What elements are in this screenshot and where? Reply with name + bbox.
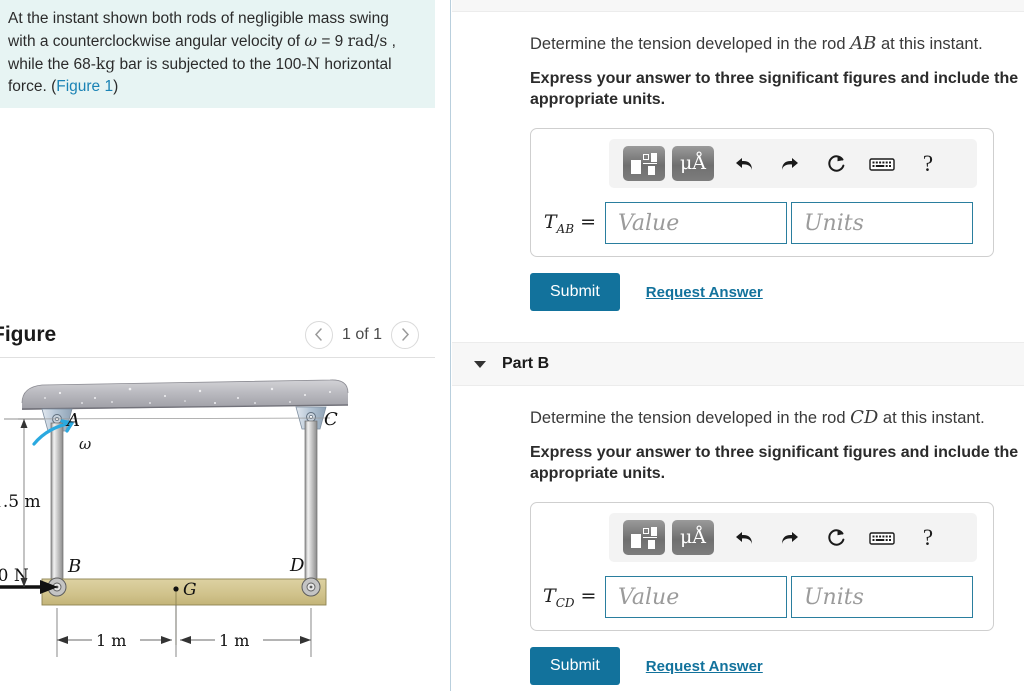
part-b-symbol: T bbox=[543, 584, 556, 607]
dimension-right-label: 1 m bbox=[219, 631, 249, 650]
part-b-question-prefix: Determine the tension developed in the r… bbox=[530, 409, 851, 428]
help-icon[interactable]: ? bbox=[905, 146, 951, 182]
part-b-question: Determine the tension developed in the r… bbox=[530, 406, 1024, 429]
omega-label: ω bbox=[79, 435, 91, 453]
kg-units: kg bbox=[95, 55, 116, 73]
problem-text-4: bar is subjected to the 100- bbox=[115, 56, 307, 73]
caret-down-icon[interactable] bbox=[474, 360, 486, 368]
center-of-mass-dot bbox=[173, 586, 179, 592]
part-b-question-suffix: at this instant. bbox=[878, 409, 985, 428]
template-glyph bbox=[631, 526, 657, 549]
keyboard-icon[interactable] bbox=[859, 146, 905, 182]
units-glyph: μÅ bbox=[679, 152, 707, 175]
page-root: At the instant shown both rods of neglig… bbox=[0, 0, 1024, 691]
part-b-toolbar: μÅ ? bbox=[609, 513, 977, 563]
left-panel: At the instant shown both rods of neglig… bbox=[0, 0, 451, 691]
redo-icon[interactable] bbox=[767, 146, 813, 182]
chevron-left-icon bbox=[315, 328, 323, 341]
part-a-body: Determine the tension developed in the r… bbox=[452, 32, 1024, 312]
label-d: D bbox=[289, 555, 305, 576]
figure-counter: 1 of 1 bbox=[341, 325, 382, 343]
micro-angstrom-units-icon[interactable]: μÅ bbox=[672, 146, 714, 182]
dimension-left-label: 1 m bbox=[96, 631, 126, 650]
part-b-header[interactable]: Part B bbox=[452, 342, 1024, 387]
part-b-units-input[interactable] bbox=[791, 576, 973, 619]
template-formatting-icon[interactable] bbox=[623, 520, 665, 556]
rads-units: rad/s bbox=[347, 32, 388, 50]
redo-icon[interactable] bbox=[767, 520, 813, 556]
part-b-value-input[interactable] bbox=[605, 576, 787, 619]
undo-icon[interactable] bbox=[721, 146, 767, 182]
part-b-instruction: Express your answer to three significant… bbox=[530, 444, 1019, 483]
part-b-equals: = bbox=[574, 584, 597, 607]
reset-icon[interactable] bbox=[813, 520, 859, 556]
figure-image[interactable]: ω A C B D G N .5 m 1 m 1 m bbox=[0, 365, 450, 691]
part-a-question-suffix: at this instant. bbox=[876, 35, 983, 53]
part-a-question-variable: AB bbox=[850, 33, 877, 54]
label-g: G bbox=[183, 580, 197, 600]
dimension-vertical-label: 1.5 m bbox=[0, 492, 41, 512]
part-b-question-variable: CD bbox=[850, 407, 879, 429]
problem-text-2: = 9 bbox=[317, 33, 348, 50]
part-b-field-row: TCD = bbox=[543, 576, 981, 619]
template-glyph bbox=[631, 152, 657, 175]
part-b-body: Determine the tension developed in the r… bbox=[452, 406, 1024, 686]
part-a-value-input[interactable] bbox=[605, 202, 787, 245]
mechanics-diagram: ω A C B D G N .5 m 1 m 1 m bbox=[0, 379, 349, 657]
label-c: C bbox=[324, 409, 338, 430]
help-icon[interactable]: ? bbox=[905, 520, 951, 556]
joint-d bbox=[301, 577, 321, 597]
part-b-submit-button[interactable]: Submit bbox=[530, 647, 620, 686]
part-b-answer-box: μÅ ? TCD = Value Units bbox=[530, 502, 994, 632]
part-a-question: Determine the tension developed in the r… bbox=[530, 32, 1024, 55]
part-b-title: Part B bbox=[502, 355, 550, 373]
micro-angstrom-units-icon[interactable]: μÅ bbox=[672, 520, 714, 556]
label-a: A bbox=[65, 410, 80, 431]
part-a-field-label: TAB = bbox=[543, 211, 605, 236]
part-a-question-prefix: Determine the tension developed in the r… bbox=[530, 35, 851, 53]
part-a-symbol: T bbox=[543, 210, 557, 233]
figure-divider bbox=[0, 357, 435, 358]
newton-units: N bbox=[306, 55, 321, 73]
part-a-toolbar: μÅ ? bbox=[609, 139, 977, 189]
right-panel: Part A Determine the tension developed i… bbox=[452, 0, 1024, 691]
units-glyph: μÅ bbox=[679, 526, 707, 549]
rod-ab bbox=[50, 422, 64, 594]
problem-text-6: ) bbox=[113, 78, 119, 95]
undo-icon[interactable] bbox=[721, 520, 767, 556]
chevron-right-icon bbox=[401, 328, 409, 341]
ceiling-slab bbox=[21, 379, 349, 410]
omega-symbol: ω bbox=[304, 32, 318, 50]
figure-next-button[interactable] bbox=[391, 320, 419, 349]
reset-icon[interactable] bbox=[813, 146, 859, 182]
part-b-submit-row: Submit Request Answer bbox=[530, 647, 1024, 686]
part-a-instruction: Express your answer to three significant… bbox=[530, 70, 1019, 109]
part-a-header[interactable]: Part A bbox=[452, 0, 1024, 12]
part-a-answer-box: μÅ ? TAB = Value Units bbox=[530, 128, 994, 258]
part-b-subscript: CD bbox=[555, 595, 575, 610]
part-a-equals: = bbox=[574, 210, 596, 233]
template-formatting-icon[interactable] bbox=[623, 146, 665, 182]
figure-panel-title: Figure bbox=[0, 322, 57, 346]
part-a-submit-row: Submit Request Answer bbox=[530, 273, 1024, 312]
part-a-submit-button[interactable]: Submit bbox=[530, 273, 620, 312]
part-b-field-label: TCD = bbox=[543, 585, 605, 610]
figure-1-link[interactable]: Figure 1 bbox=[56, 78, 113, 95]
keyboard-icon[interactable] bbox=[859, 520, 905, 556]
figure-pagination: 1 of 1 bbox=[304, 320, 419, 349]
figure-prev-button[interactable] bbox=[304, 320, 333, 349]
part-a-request-answer-link[interactable]: Request Answer bbox=[646, 284, 763, 301]
part-a-subscript: AB bbox=[556, 221, 575, 236]
label-b: B bbox=[67, 556, 81, 577]
part-a-field-row: TAB = bbox=[543, 202, 981, 245]
part-a-units-input[interactable] bbox=[791, 202, 973, 245]
part-b-request-answer-link[interactable]: Request Answer bbox=[646, 658, 763, 675]
rod-cd bbox=[304, 420, 318, 594]
figure-header: Figure 1 of 1 bbox=[0, 312, 435, 357]
problem-statement: At the instant shown both rods of neglig… bbox=[0, 0, 435, 108]
